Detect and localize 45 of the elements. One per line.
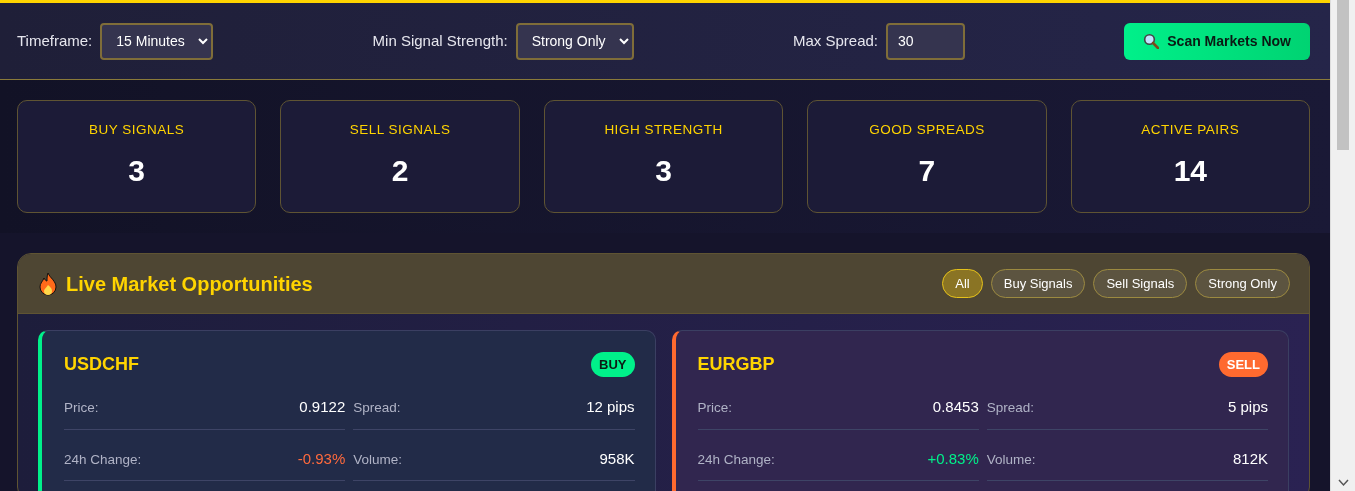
metric-value: +0.83%	[927, 448, 979, 469]
max-spread-label: Max Spread:	[792, 30, 878, 51]
stat-value: 14	[1173, 153, 1207, 190]
stat-label: HIGH STRENGTH	[604, 120, 723, 139]
metric-label: 24h Change:	[697, 450, 775, 469]
metric-value: 5 pips	[1227, 397, 1268, 417]
metric-label: Price:	[697, 399, 732, 417]
timeframe-select[interactable]: 15 Minutes	[100, 22, 214, 60]
filter-pill[interactable]: Strong Only	[1195, 268, 1290, 299]
stat-value: 2	[391, 153, 409, 190]
metric-value: 12 pips	[586, 397, 635, 417]
metric-label: Price:	[64, 399, 99, 417]
pair-name: EURGBP	[697, 353, 775, 376]
signal-strength-label: Min Signal Strength:	[372, 30, 508, 51]
filter-pill[interactable]: Sell Signals	[1093, 268, 1188, 299]
max-spread-input[interactable]: 30	[886, 22, 965, 60]
filter-pill[interactable]: All	[942, 268, 983, 299]
metric-label: Spread:	[353, 399, 401, 417]
fire-icon	[38, 271, 58, 296]
metric-value: -0.93%	[297, 448, 346, 469]
stat-label: ACTIVE PAIRS	[1141, 120, 1240, 139]
metric-label: Volume:	[353, 450, 403, 469]
scan-button[interactable]: Scan Markets Now	[1124, 22, 1310, 60]
metric-value: 812K	[1232, 448, 1268, 469]
timeframe-label: Timeframe:	[17, 30, 93, 51]
signal-badge: SELL	[1218, 351, 1268, 378]
stat-value: 7	[918, 153, 936, 190]
stat-value: 3	[128, 153, 146, 190]
stat-value: 3	[655, 153, 672, 190]
stat-label: GOOD SPREADS	[869, 120, 985, 139]
metric-value: 958K	[599, 448, 635, 469]
metric-value: 0.9122	[299, 397, 346, 417]
metric-value: 0.8453	[932, 397, 979, 417]
metric-label: Volume:	[986, 450, 1036, 469]
signal-badge: BUY	[591, 351, 635, 378]
stat-label: SELL SIGNALS	[349, 120, 451, 139]
scroll-thumb[interactable]	[1337, 0, 1349, 150]
search-icon	[1143, 33, 1160, 49]
signal-strength-select[interactable]: Strong Only	[515, 22, 634, 60]
stat-label: BUY SIGNALS	[89, 120, 185, 139]
pair-name: USDCHF	[64, 353, 139, 376]
filter-pill[interactable]: Buy Signals	[990, 268, 1086, 299]
metric-label: Spread:	[986, 399, 1035, 417]
panel-title: Live Market Opportunities	[66, 271, 313, 297]
metric-label: 24h Change:	[64, 450, 142, 469]
